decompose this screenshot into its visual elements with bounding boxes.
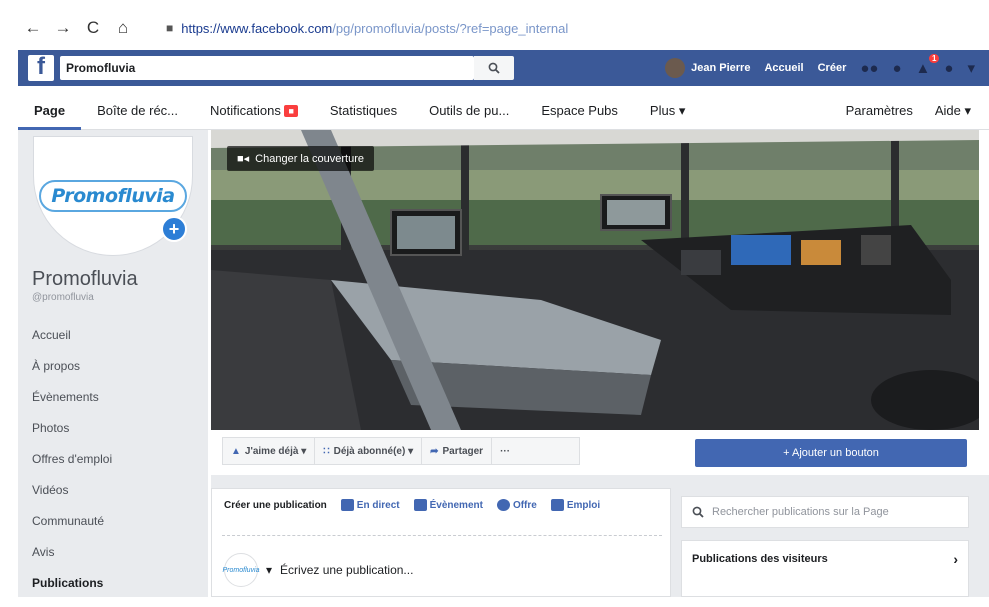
offer-icon	[496, 499, 510, 511]
tab-settings[interactable]: Paramètres	[846, 103, 913, 119]
thumbs-up-icon: ▲	[231, 445, 241, 457]
composer-placeholder: Écrivez une publication...	[280, 563, 414, 577]
notifications-icon[interactable]: ▲ 1	[916, 53, 940, 77]
chevron-right-icon[interactable]: ›	[953, 551, 958, 567]
more-options-button[interactable]: ···	[492, 438, 518, 464]
avatar: Promofluvia	[223, 553, 259, 587]
change-cover-button[interactable]: ■◂ Changer la couverture	[227, 146, 375, 171]
sidebar-item-videos[interactable]: Vidéos	[32, 483, 112, 514]
sidebar-item-home[interactable]: Accueil	[32, 328, 112, 359]
header-right: Jean Pierre Accueil Créer ●● ● ▲ 1 ● ▾	[665, 53, 989, 78]
address-bar[interactable]: https://www.facebook.com/pg/promofluvia/…	[181, 21, 568, 36]
cover-image	[211, 130, 979, 430]
tab-inbox[interactable]: Boîte de réc...	[81, 103, 194, 118]
rss-icon: ∷	[323, 445, 330, 457]
create-link[interactable]: Créer	[818, 62, 847, 74]
url-host: https://www.facebook.com	[181, 20, 333, 36]
avatar	[665, 58, 686, 78]
sidebar-item-about[interactable]: À propos	[32, 359, 112, 390]
chevron-down-icon[interactable]: ▾	[266, 563, 272, 577]
visitor-posts-panel: Publications des visiteurs ›	[681, 540, 969, 597]
home-link[interactable]: Accueil	[764, 62, 803, 74]
visitor-posts-title: Publications des visiteurs	[692, 553, 828, 565]
visitor-posts-header[interactable]: Publications des visiteurs ›	[682, 541, 968, 567]
briefcase-icon	[550, 499, 564, 511]
composer-input[interactable]: Promofluvia ▾ Écrivez une publication...	[223, 553, 414, 587]
search-icon	[692, 506, 704, 518]
sidebar-item-photos[interactable]: Photos	[32, 421, 112, 452]
like-label: J'aime déjà ▾	[244, 445, 307, 457]
search-input[interactable]: Promofluvia	[60, 56, 474, 80]
browser-toolbar: ← → C ⌂ ■ https://www.facebook.com/pg/pr…	[18, 10, 989, 46]
left-sidebar: Promofluvia + Promofluvia @promofluvia A…	[18, 130, 208, 597]
composer-tabs: Créer une publication En direct Évènemen…	[212, 489, 670, 511]
page-action-bar: ▲ J'aime déjà ▾ ∷ Déjà abonné(e) ▾ ➦ Partag…	[222, 437, 580, 465]
friends-icon[interactable]: ●●	[860, 60, 878, 77]
sidebar-item-community[interactable]: Communauté	[32, 514, 112, 545]
camera-icon: ■◂	[237, 153, 250, 165]
user-name: Jean Pierre	[691, 62, 751, 74]
create-post-tab[interactable]: Créer une publication	[224, 500, 327, 511]
back-icon[interactable]: ←	[18, 18, 48, 38]
live-label: En direct	[356, 499, 400, 511]
help-icon[interactable]: ●	[944, 60, 953, 77]
page-title[interactable]: Promofluvia	[32, 268, 138, 291]
tab-statistics[interactable]: Statistiques	[314, 103, 413, 118]
change-cover-label: Changer la couverture	[255, 152, 365, 165]
tab-page[interactable]: Page	[18, 103, 82, 130]
tab-notifications[interactable]: Notifications ■	[194, 103, 314, 118]
event-tab[interactable]: Évènement	[413, 499, 483, 511]
post-composer: Créer une publication En direct Évènemen…	[211, 488, 671, 597]
promofluvia-logo: Promofluvia	[39, 180, 187, 212]
share-label: Partager	[442, 445, 484, 457]
live-video-icon	[340, 499, 354, 511]
event-label: Évènement	[429, 499, 483, 511]
tab-help[interactable]: Aide ▾	[935, 103, 971, 119]
sidebar-nav: Accueil À propos Évènements Photos Offre…	[32, 328, 112, 607]
url-path: /pg/promofluvia/posts/?ref=page_internal	[332, 20, 569, 36]
job-label: Emploi	[566, 499, 601, 511]
cover-photo: ■◂ Changer la couverture	[211, 130, 979, 430]
add-button-cta[interactable]: + Ajouter un bouton	[695, 439, 967, 467]
add-photo-button[interactable]: +	[161, 216, 187, 242]
reload-icon[interactable]: C	[78, 18, 108, 38]
divider	[222, 535, 662, 536]
live-tab[interactable]: En direct	[340, 499, 400, 511]
tab-publishing-tools[interactable]: Outils de pu...	[413, 103, 525, 118]
facebook-logo-icon[interactable]: f	[28, 53, 54, 81]
tab-more[interactable]: Plus ▾	[634, 103, 701, 119]
notification-badge: 1	[928, 53, 940, 63]
sidebar-item-jobs[interactable]: Offres d'emploi	[32, 452, 112, 483]
like-button[interactable]: ▲ J'aime déjà ▾	[223, 438, 316, 464]
facebook-header: f Promofluvia Jean Pierre Accueil Créer …	[18, 50, 989, 86]
home-icon[interactable]: ⌂	[108, 18, 138, 38]
sidebar-item-posts[interactable]: Publications	[32, 576, 112, 607]
page-tabs: Page Boîte de réc... Notifications ■ Sta…	[18, 92, 989, 130]
page-post-search[interactable]: Rechercher publications sur la Page	[681, 496, 969, 528]
follow-button[interactable]: ∷ Déjà abonné(e) ▾	[315, 438, 423, 464]
share-button[interactable]: ➦ Partager	[422, 438, 493, 464]
search-button[interactable]	[474, 56, 514, 80]
job-tab[interactable]: Emploi	[550, 499, 601, 511]
tab-ads-space[interactable]: Espace Pubs	[525, 103, 634, 118]
tabs-right: Paramètres Aide ▾	[846, 103, 989, 119]
forward-icon[interactable]: →	[48, 18, 78, 38]
tab-notifications-label: Notifications	[210, 103, 281, 118]
calendar-icon	[413, 499, 427, 511]
sidebar-item-reviews[interactable]: Avis	[32, 545, 112, 576]
follow-label: Déjà abonné(e) ▾	[333, 445, 414, 457]
offer-label: Offre	[512, 499, 537, 511]
chevron-down-icon[interactable]: ▾	[967, 59, 975, 77]
tab-notifications-badge: ■	[284, 105, 298, 117]
lock-icon: ■	[166, 21, 174, 35]
sidebar-item-events[interactable]: Évènements	[32, 390, 112, 421]
profile-link[interactable]: Jean Pierre	[665, 58, 750, 78]
search-icon	[488, 62, 500, 74]
offer-tab[interactable]: Offre	[496, 499, 537, 511]
search-placeholder: Rechercher publications sur la Page	[712, 506, 889, 518]
messenger-icon[interactable]: ●	[892, 60, 901, 77]
page-handle[interactable]: @promofluvia	[32, 292, 94, 303]
share-icon: ➦	[430, 445, 439, 457]
